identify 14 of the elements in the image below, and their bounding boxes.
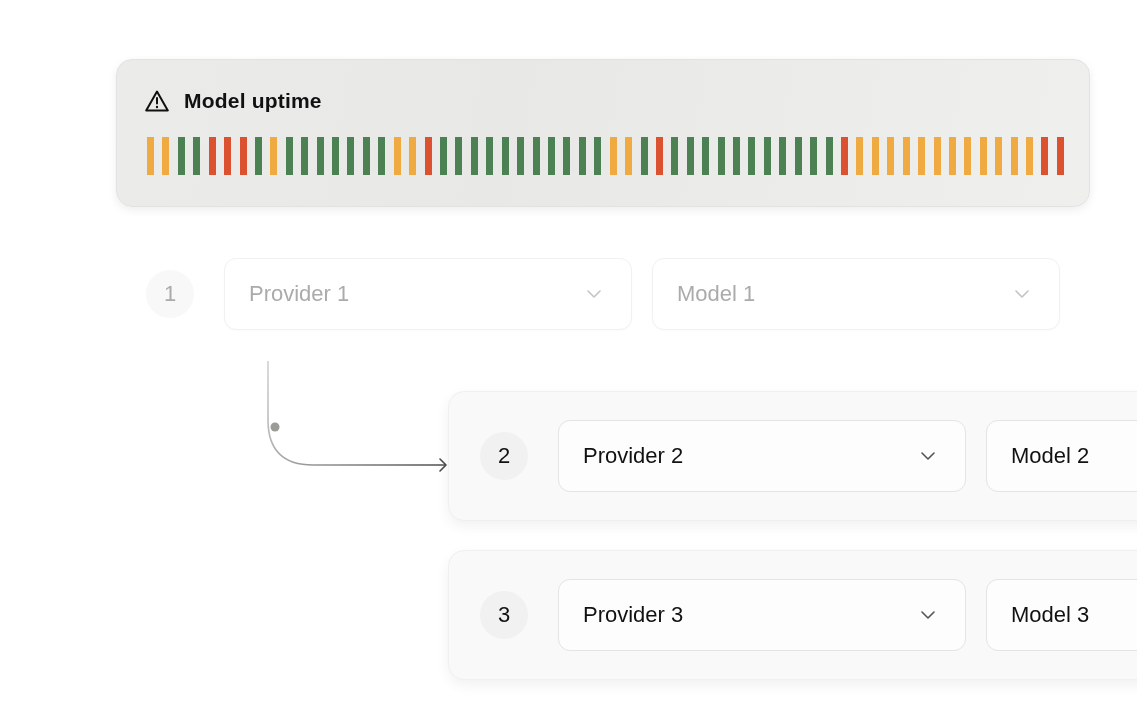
warning-icon [145, 90, 169, 112]
chevron-down-icon [587, 290, 601, 298]
model-select[interactable]: Model 3 [986, 579, 1137, 651]
provider-select[interactable]: Provider 2 [558, 420, 966, 492]
chevron-down-icon [1015, 290, 1029, 298]
step-number: 2 [480, 432, 528, 480]
model-select[interactable]: Model 2 [986, 420, 1137, 492]
step-number: 1 [146, 270, 194, 318]
chevron-down-icon [921, 611, 935, 619]
provider-select[interactable]: Provider 3 [558, 579, 966, 651]
chevron-down-icon [921, 452, 935, 460]
step-number: 3 [480, 591, 528, 639]
uptime-title: Model uptime [184, 89, 322, 113]
dot-icon [270, 422, 280, 432]
